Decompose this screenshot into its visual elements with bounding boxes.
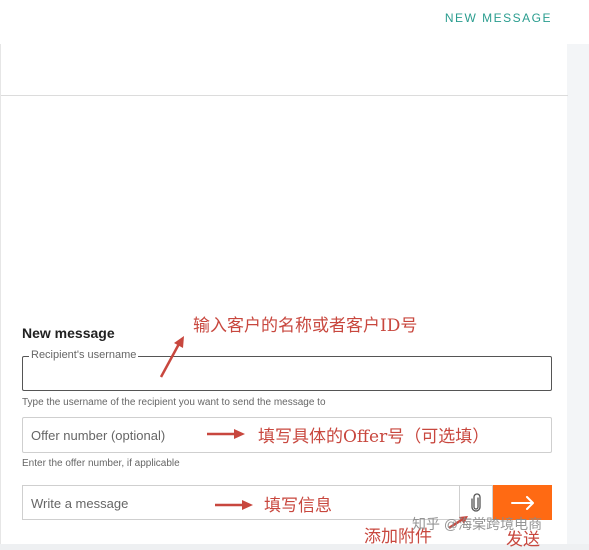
offer-number-placeholder: Offer number (optional) bbox=[31, 428, 166, 443]
bottom-background-strip bbox=[0, 544, 589, 550]
recipient-username-label: Recipient's username bbox=[29, 349, 139, 361]
annotation-recipient: 输入客户的名称或者客户ID号 bbox=[193, 316, 418, 336]
panel-header bbox=[1, 44, 568, 96]
message-placeholder: Write a message bbox=[31, 496, 129, 511]
annotation-arrow-message bbox=[215, 500, 253, 510]
right-background-strip bbox=[567, 44, 589, 550]
paperclip-icon bbox=[471, 492, 481, 512]
annotation-message: 填写信息 bbox=[264, 496, 332, 516]
watermark: 知乎 @海棠跨境电商 bbox=[412, 516, 543, 532]
message-panel bbox=[0, 44, 568, 544]
recipient-hint: Type the username of the recipient you w… bbox=[22, 397, 326, 408]
annotation-arrow-offer bbox=[207, 429, 245, 439]
annotation-arrow-recipient bbox=[159, 336, 184, 378]
recipient-username-field[interactable]: Recipient's username bbox=[22, 349, 552, 391]
form-title: New message bbox=[22, 325, 115, 341]
new-message-link[interactable]: NEW MESSAGE bbox=[445, 11, 552, 25]
arrow-right-icon bbox=[510, 495, 534, 510]
offer-hint: Enter the offer number, if applicable bbox=[22, 458, 180, 469]
annotation-offer: 填写具体的Offer号（可选填） bbox=[258, 427, 490, 447]
